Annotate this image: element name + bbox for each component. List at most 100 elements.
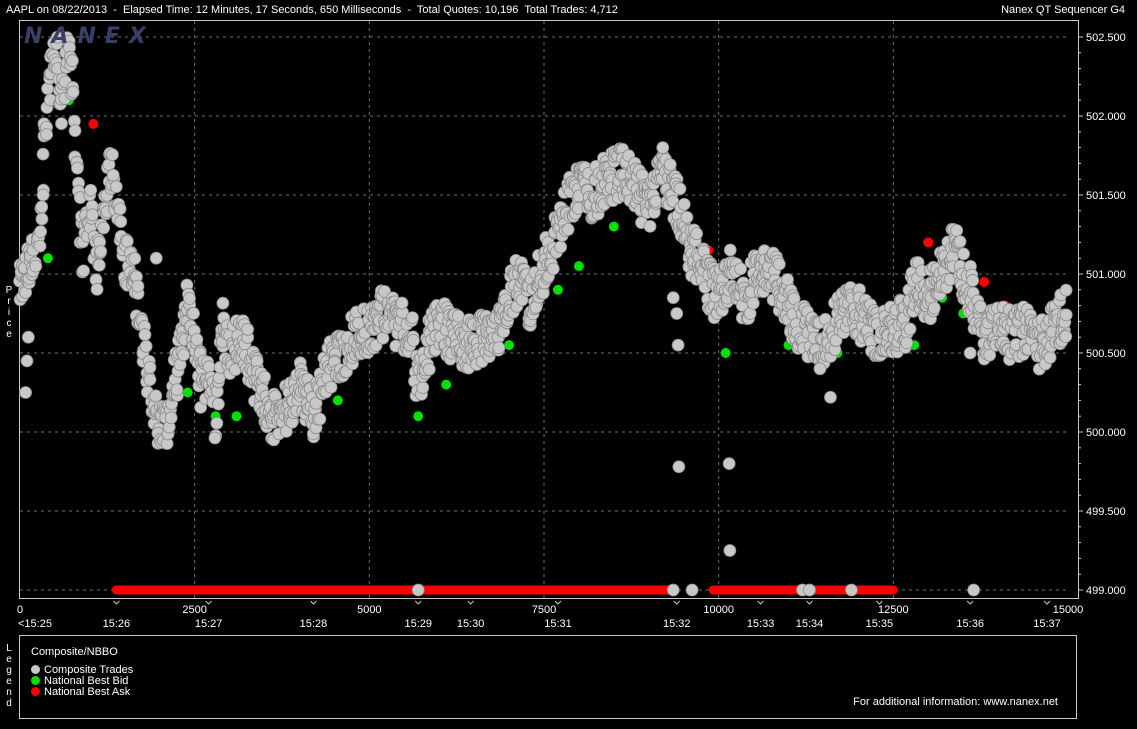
- trade-point: [957, 247, 970, 261]
- trade-point: [772, 257, 786, 271]
- trade-point: [406, 333, 420, 347]
- trade-point: [313, 412, 327, 426]
- trade-point: [55, 117, 68, 130]
- x-count-label: 10000: [703, 604, 734, 616]
- legend-item-ask: National Best Ask: [31, 686, 130, 698]
- x-count-label: 12500: [878, 604, 909, 616]
- trade-point: [36, 147, 50, 161]
- trade-point: [187, 306, 200, 320]
- trade-point: [210, 416, 224, 430]
- x-time-label: <15:25: [18, 618, 52, 630]
- x-time-label: 15:33: [747, 618, 775, 630]
- trade-outlier: [666, 291, 680, 305]
- bid-point: [332, 395, 343, 406]
- trade-point: [451, 309, 465, 323]
- trade-point: [241, 322, 255, 336]
- trade-point: [680, 210, 694, 224]
- trade-point: [422, 363, 436, 376]
- x-time-label: 15:27: [195, 618, 223, 630]
- trade-point: [33, 239, 47, 253]
- trade-outlier: [19, 386, 32, 399]
- trade-outlier: [963, 346, 977, 360]
- x-time-label: 15:32: [663, 618, 691, 630]
- trade-point: [673, 182, 687, 196]
- chart-svg: 499.000 499.500 500.000 500.500 501.000 501.5…: [13, 21, 1126, 630]
- trade-point: [90, 282, 104, 296]
- time-tick-mark: [757, 600, 764, 605]
- trade-point: [212, 397, 225, 411]
- trade-bottom-point: [967, 583, 981, 597]
- trade-point: [35, 212, 49, 226]
- x-count-label: 15000: [1053, 604, 1084, 616]
- y-tick-label: 501.000: [1086, 269, 1126, 281]
- trade-point: [131, 279, 145, 293]
- y-tick-label: 499.500: [1086, 506, 1126, 518]
- trade-dot-icon: [31, 665, 40, 674]
- trade-point: [86, 208, 99, 222]
- ask-dot-icon: [31, 687, 40, 696]
- trade-point: [1059, 283, 1073, 297]
- x-time-label: 15:34: [796, 618, 824, 630]
- trade-outlier: [671, 338, 685, 352]
- x-time-label: 15:28: [300, 618, 328, 630]
- trade-point: [395, 296, 409, 310]
- ask-point: [979, 276, 990, 287]
- trade-point: [84, 183, 98, 197]
- trade-point: [190, 333, 204, 346]
- trade-point: [900, 336, 914, 350]
- time-tick-mark: [673, 600, 681, 605]
- trade-outlier: [656, 141, 670, 155]
- trade-bottom-point: [685, 583, 699, 597]
- y-tick-label: 502.500: [1086, 32, 1126, 44]
- trade-point: [66, 85, 80, 99]
- trade-point: [77, 264, 90, 278]
- bid-point: [504, 340, 515, 351]
- trade-point: [903, 322, 917, 336]
- trade-point: [68, 124, 82, 138]
- trade-point: [35, 200, 49, 214]
- trade-point: [1059, 330, 1073, 343]
- legend-info-link[interactable]: For additional information: www.nanex.ne…: [853, 696, 1058, 708]
- y-tick-label: 499.000: [1086, 585, 1126, 597]
- bid-point: [720, 348, 731, 358]
- bid-point: [573, 261, 584, 272]
- trade-point: [643, 219, 657, 233]
- trade-point: [106, 168, 120, 182]
- trade-point: [781, 273, 794, 286]
- trade-point: [114, 215, 128, 228]
- trade-point: [71, 161, 84, 175]
- trade-point: [953, 235, 967, 248]
- ask-point: [923, 237, 934, 248]
- trade-point: [177, 348, 191, 362]
- trade-point: [212, 371, 226, 385]
- trade-point: [143, 360, 157, 374]
- trade-bottom-point: [803, 583, 816, 597]
- bid-point: [413, 411, 424, 422]
- bid-point: [182, 387, 193, 398]
- trade-point: [208, 431, 222, 445]
- chart-stage: AAPL on 08/22/2013 - Elapsed Time: 12 Mi…: [0, 0, 1137, 729]
- x-count-label: 0: [17, 604, 23, 616]
- trade-point: [723, 243, 737, 257]
- x-count-label: 2500: [182, 604, 206, 616]
- trade-point: [66, 54, 79, 68]
- y-tick-label: 501.500: [1086, 190, 1126, 202]
- x-time-label: 15:26: [103, 618, 131, 630]
- trade-outlier: [21, 330, 35, 344]
- time-tick-mark: [966, 600, 974, 605]
- trade-point: [128, 252, 142, 265]
- time-tick-mark: [467, 600, 474, 605]
- bid-point: [231, 411, 242, 422]
- x-time-label: 15:29: [404, 618, 432, 630]
- trade-point: [216, 296, 230, 310]
- legend-item-label: National Best Ask: [44, 686, 131, 698]
- trade-point: [561, 223, 575, 236]
- x-time-label: 15:37: [1033, 618, 1061, 630]
- trade-point: [139, 339, 153, 353]
- trade-point: [29, 259, 43, 273]
- trade-bottom-point: [845, 583, 858, 597]
- trade-outlier: [672, 460, 686, 474]
- x-time-label: 15:30: [457, 618, 485, 630]
- trade-point: [36, 188, 50, 202]
- trade-point: [416, 381, 430, 395]
